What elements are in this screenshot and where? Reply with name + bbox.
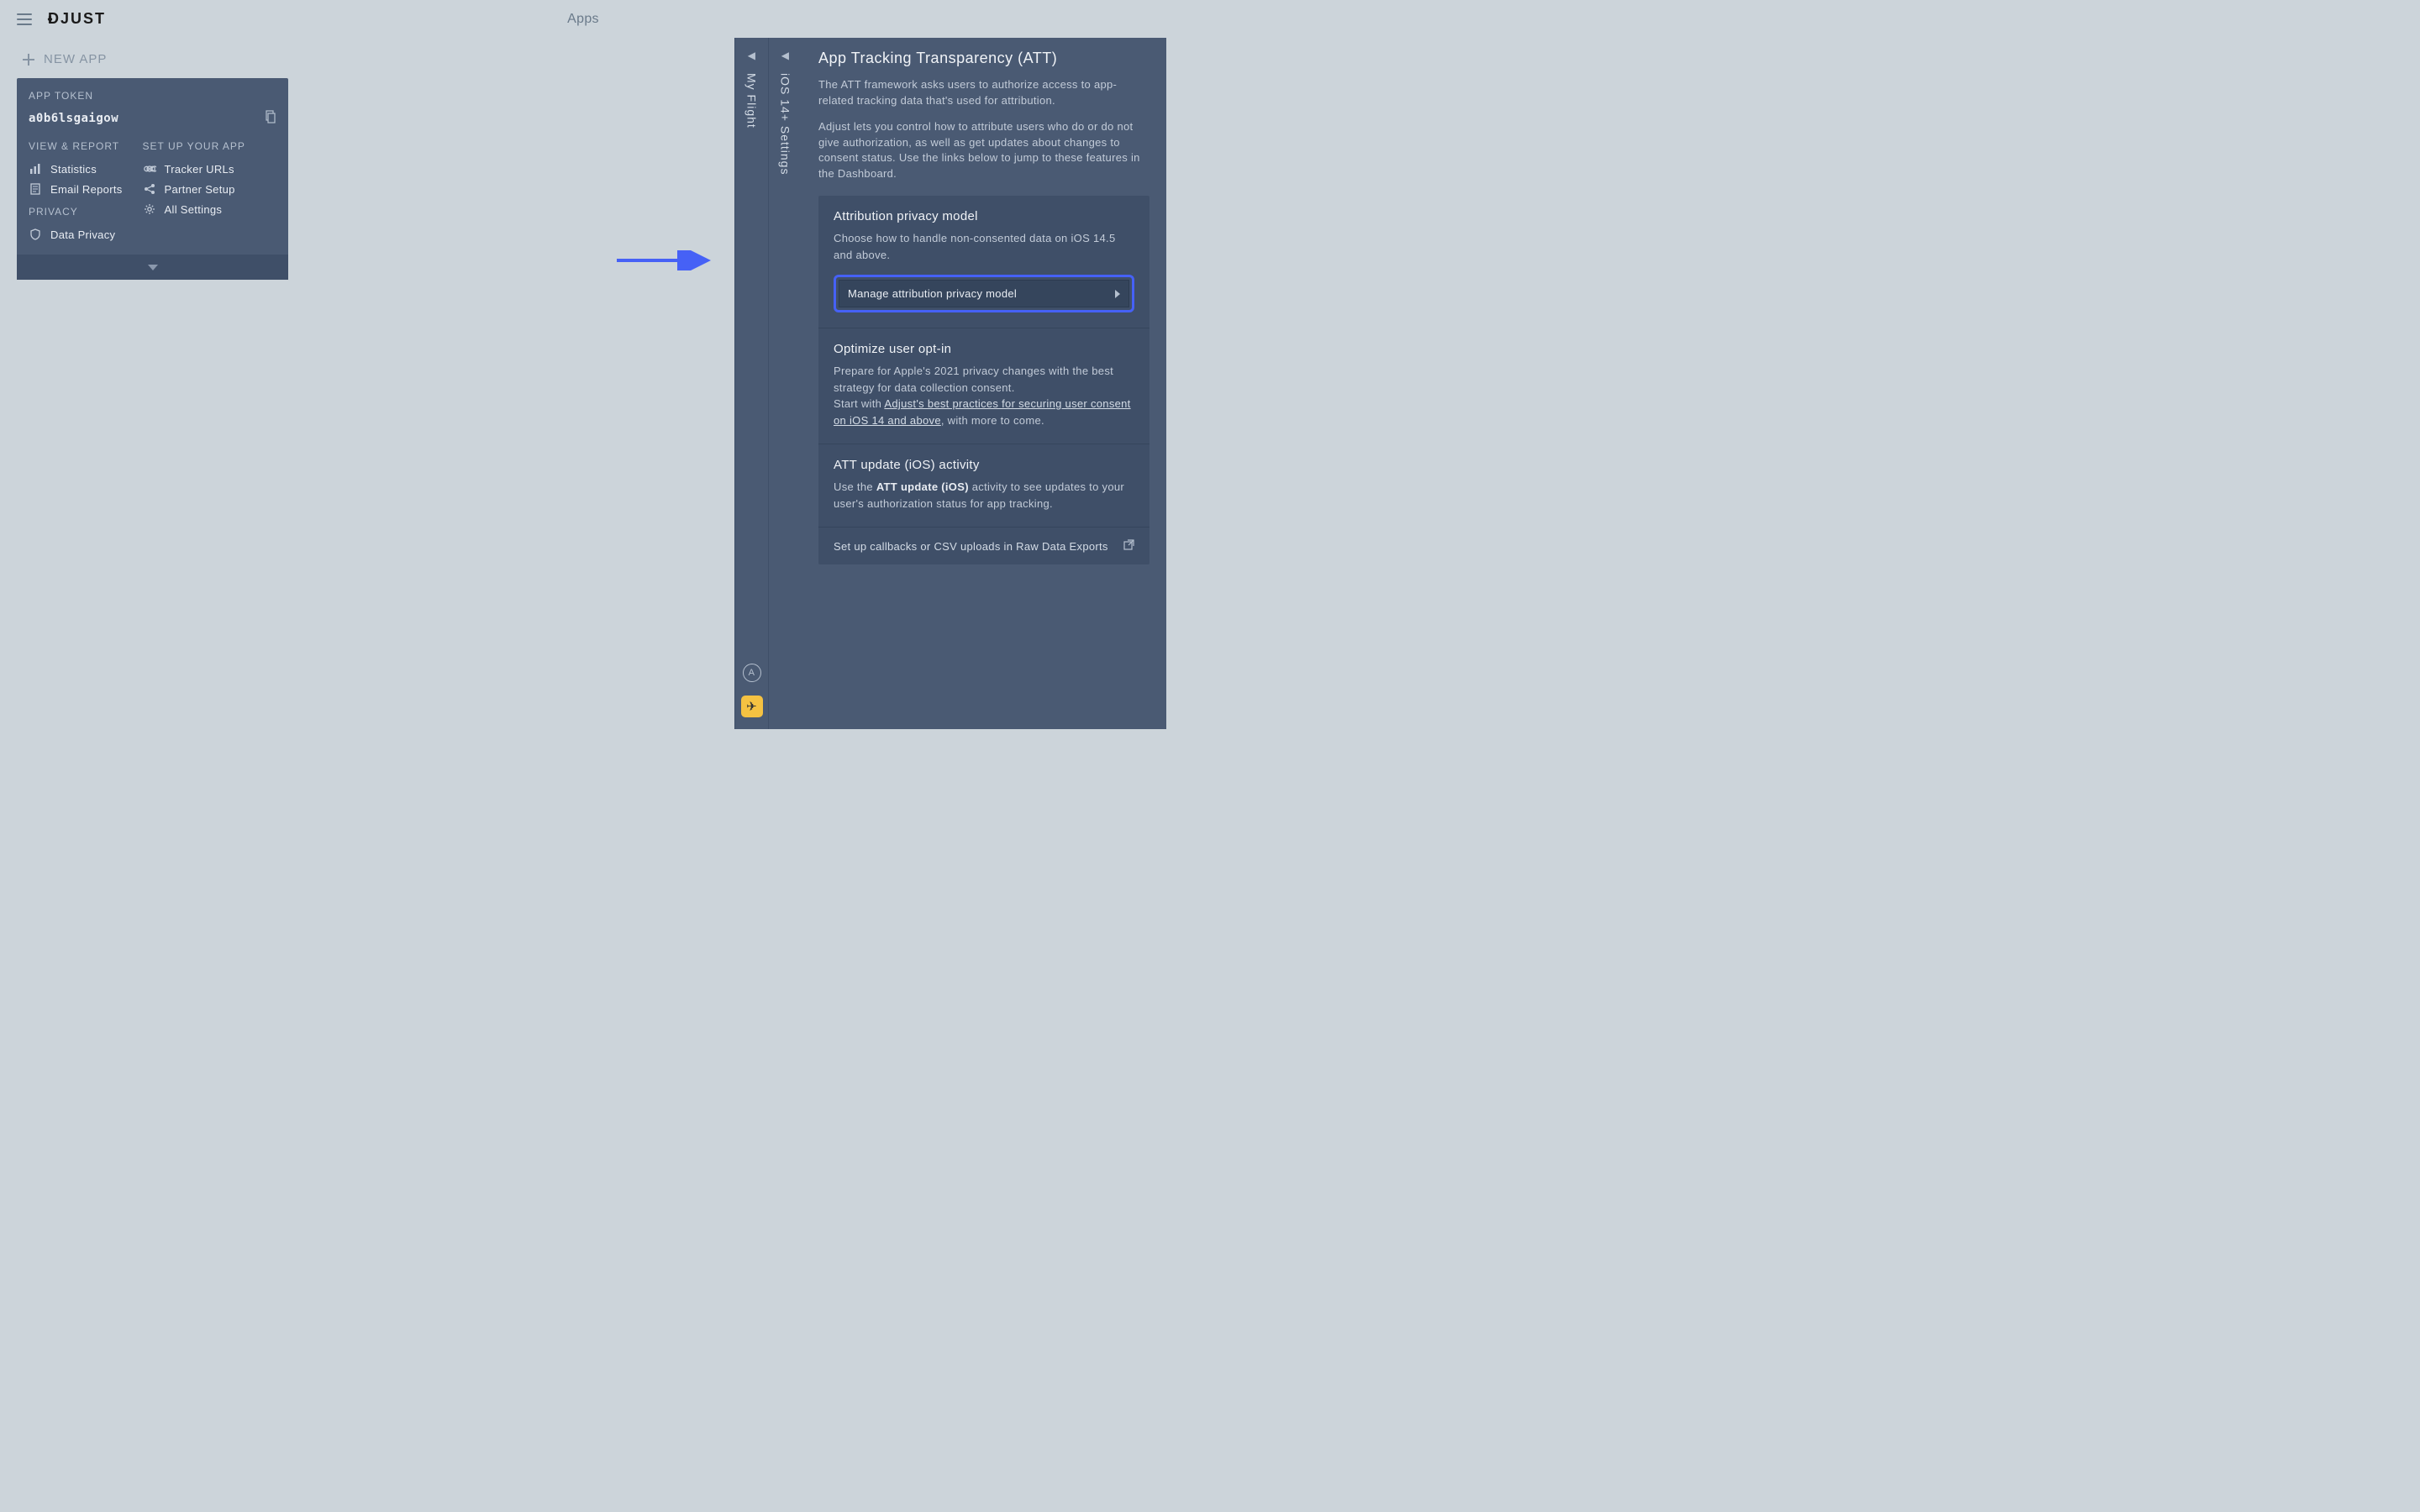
side-tab-ios14-settings[interactable]: ◀ iOS 14+ Settings bbox=[768, 38, 802, 729]
raw-data-exports-label: Set up callbacks or CSV uploads in Raw D… bbox=[834, 540, 1108, 553]
app-card: APP TOKEN a0b6lsgaigow VIEW & REPORT bbox=[17, 78, 288, 280]
new-app-button[interactable]: NEW APP bbox=[17, 48, 734, 78]
manage-attribution-label: Manage attribution privacy model bbox=[848, 287, 1017, 300]
external-link-icon bbox=[1123, 539, 1134, 553]
chevron-left-icon: ◀ bbox=[748, 50, 756, 61]
section-description: Prepare for Apple's 2021 privacy changes… bbox=[834, 363, 1134, 428]
section-title: Optimize user opt-in bbox=[834, 342, 1134, 356]
section-description: Use the ATT update (iOS) activity to see… bbox=[834, 479, 1134, 512]
panel-description-2: Adjust lets you control how to attribute… bbox=[818, 119, 1150, 182]
manage-attribution-button[interactable]: Manage attribution privacy model bbox=[839, 280, 1129, 307]
left-panel: NEW APP APP TOKEN a0b6lsgaigow VIEW & RE… bbox=[0, 38, 734, 729]
appstore-icon: A bbox=[743, 664, 761, 682]
section-title: Attribution privacy model bbox=[834, 209, 1134, 223]
side-tab-label: My Flight bbox=[745, 73, 759, 129]
email-reports-link[interactable]: Email Reports bbox=[29, 179, 123, 199]
statistics-label: Statistics bbox=[50, 163, 97, 176]
shield-icon bbox=[29, 228, 42, 241]
chevron-right-icon bbox=[1115, 290, 1120, 298]
adjust-logo[interactable]: ‹› DJUST bbox=[47, 10, 106, 28]
partner-setup-label: Partner Setup bbox=[165, 183, 235, 196]
bar-chart-icon bbox=[29, 162, 42, 176]
data-privacy-label: Data Privacy bbox=[50, 228, 115, 241]
chevron-down-icon bbox=[148, 265, 158, 270]
optimize-optin-section: Optimize user opt-in Prepare for Apple's… bbox=[818, 328, 1150, 444]
sections-container: Attribution privacy model Choose how to … bbox=[818, 196, 1150, 564]
highlight-frame: Manage attribution privacy model bbox=[834, 275, 1134, 312]
app-token-value: a0b6lsgaigow bbox=[29, 112, 118, 125]
panel-description-1: The ATT framework asks users to authoriz… bbox=[818, 77, 1150, 109]
menu-hamburger-icon[interactable] bbox=[17, 13, 32, 25]
tracker-urls-link[interactable]: Tracker URLs bbox=[143, 159, 245, 179]
report-icon bbox=[29, 182, 42, 196]
gear-icon bbox=[143, 202, 156, 216]
chevron-left-icon: ◀ bbox=[781, 50, 790, 61]
panel-title: App Tracking Transparency (ATT) bbox=[818, 38, 1150, 77]
side-tab-my-flight[interactable]: ◀ My Flight A ✈ bbox=[734, 38, 768, 729]
section-description: Choose how to handle non-consented data … bbox=[834, 230, 1134, 263]
header-bar: ‹› DJUST Apps bbox=[0, 0, 1166, 38]
share-icon bbox=[143, 182, 156, 196]
page-title: Apps bbox=[567, 12, 599, 27]
card-expand-button[interactable] bbox=[17, 255, 288, 280]
copy-icon[interactable] bbox=[263, 110, 276, 127]
setup-app-heading: SET UP YOUR APP bbox=[143, 140, 245, 152]
tracker-urls-label: Tracker URLs bbox=[165, 163, 234, 176]
new-app-label: NEW APP bbox=[44, 52, 107, 66]
statistics-link[interactable]: Statistics bbox=[29, 159, 123, 179]
all-settings-link[interactable]: All Settings bbox=[143, 199, 245, 219]
side-tab-label: iOS 14+ Settings bbox=[779, 73, 792, 175]
raw-data-exports-row[interactable]: Set up callbacks or CSV uploads in Raw D… bbox=[818, 528, 1150, 564]
view-report-heading: VIEW & REPORT bbox=[29, 140, 123, 152]
attribution-privacy-section: Attribution privacy model Choose how to … bbox=[818, 196, 1150, 328]
email-reports-label: Email Reports bbox=[50, 183, 123, 196]
partner-setup-link[interactable]: Partner Setup bbox=[143, 179, 245, 199]
flight-badge-icon: ✈ bbox=[741, 696, 763, 717]
link-icon bbox=[143, 162, 156, 176]
logo-text: DJUST bbox=[48, 10, 106, 28]
privacy-heading: PRIVACY bbox=[29, 206, 123, 218]
section-title: ATT update (iOS) activity bbox=[834, 458, 1134, 472]
plus-icon bbox=[22, 53, 35, 66]
att-update-section: ATT update (iOS) activity Use the ATT up… bbox=[818, 444, 1150, 528]
app-token-label: APP TOKEN bbox=[29, 90, 276, 102]
data-privacy-link[interactable]: Data Privacy bbox=[29, 224, 123, 244]
att-panel: App Tracking Transparency (ATT) The ATT … bbox=[802, 38, 1166, 729]
all-settings-label: All Settings bbox=[165, 203, 223, 216]
